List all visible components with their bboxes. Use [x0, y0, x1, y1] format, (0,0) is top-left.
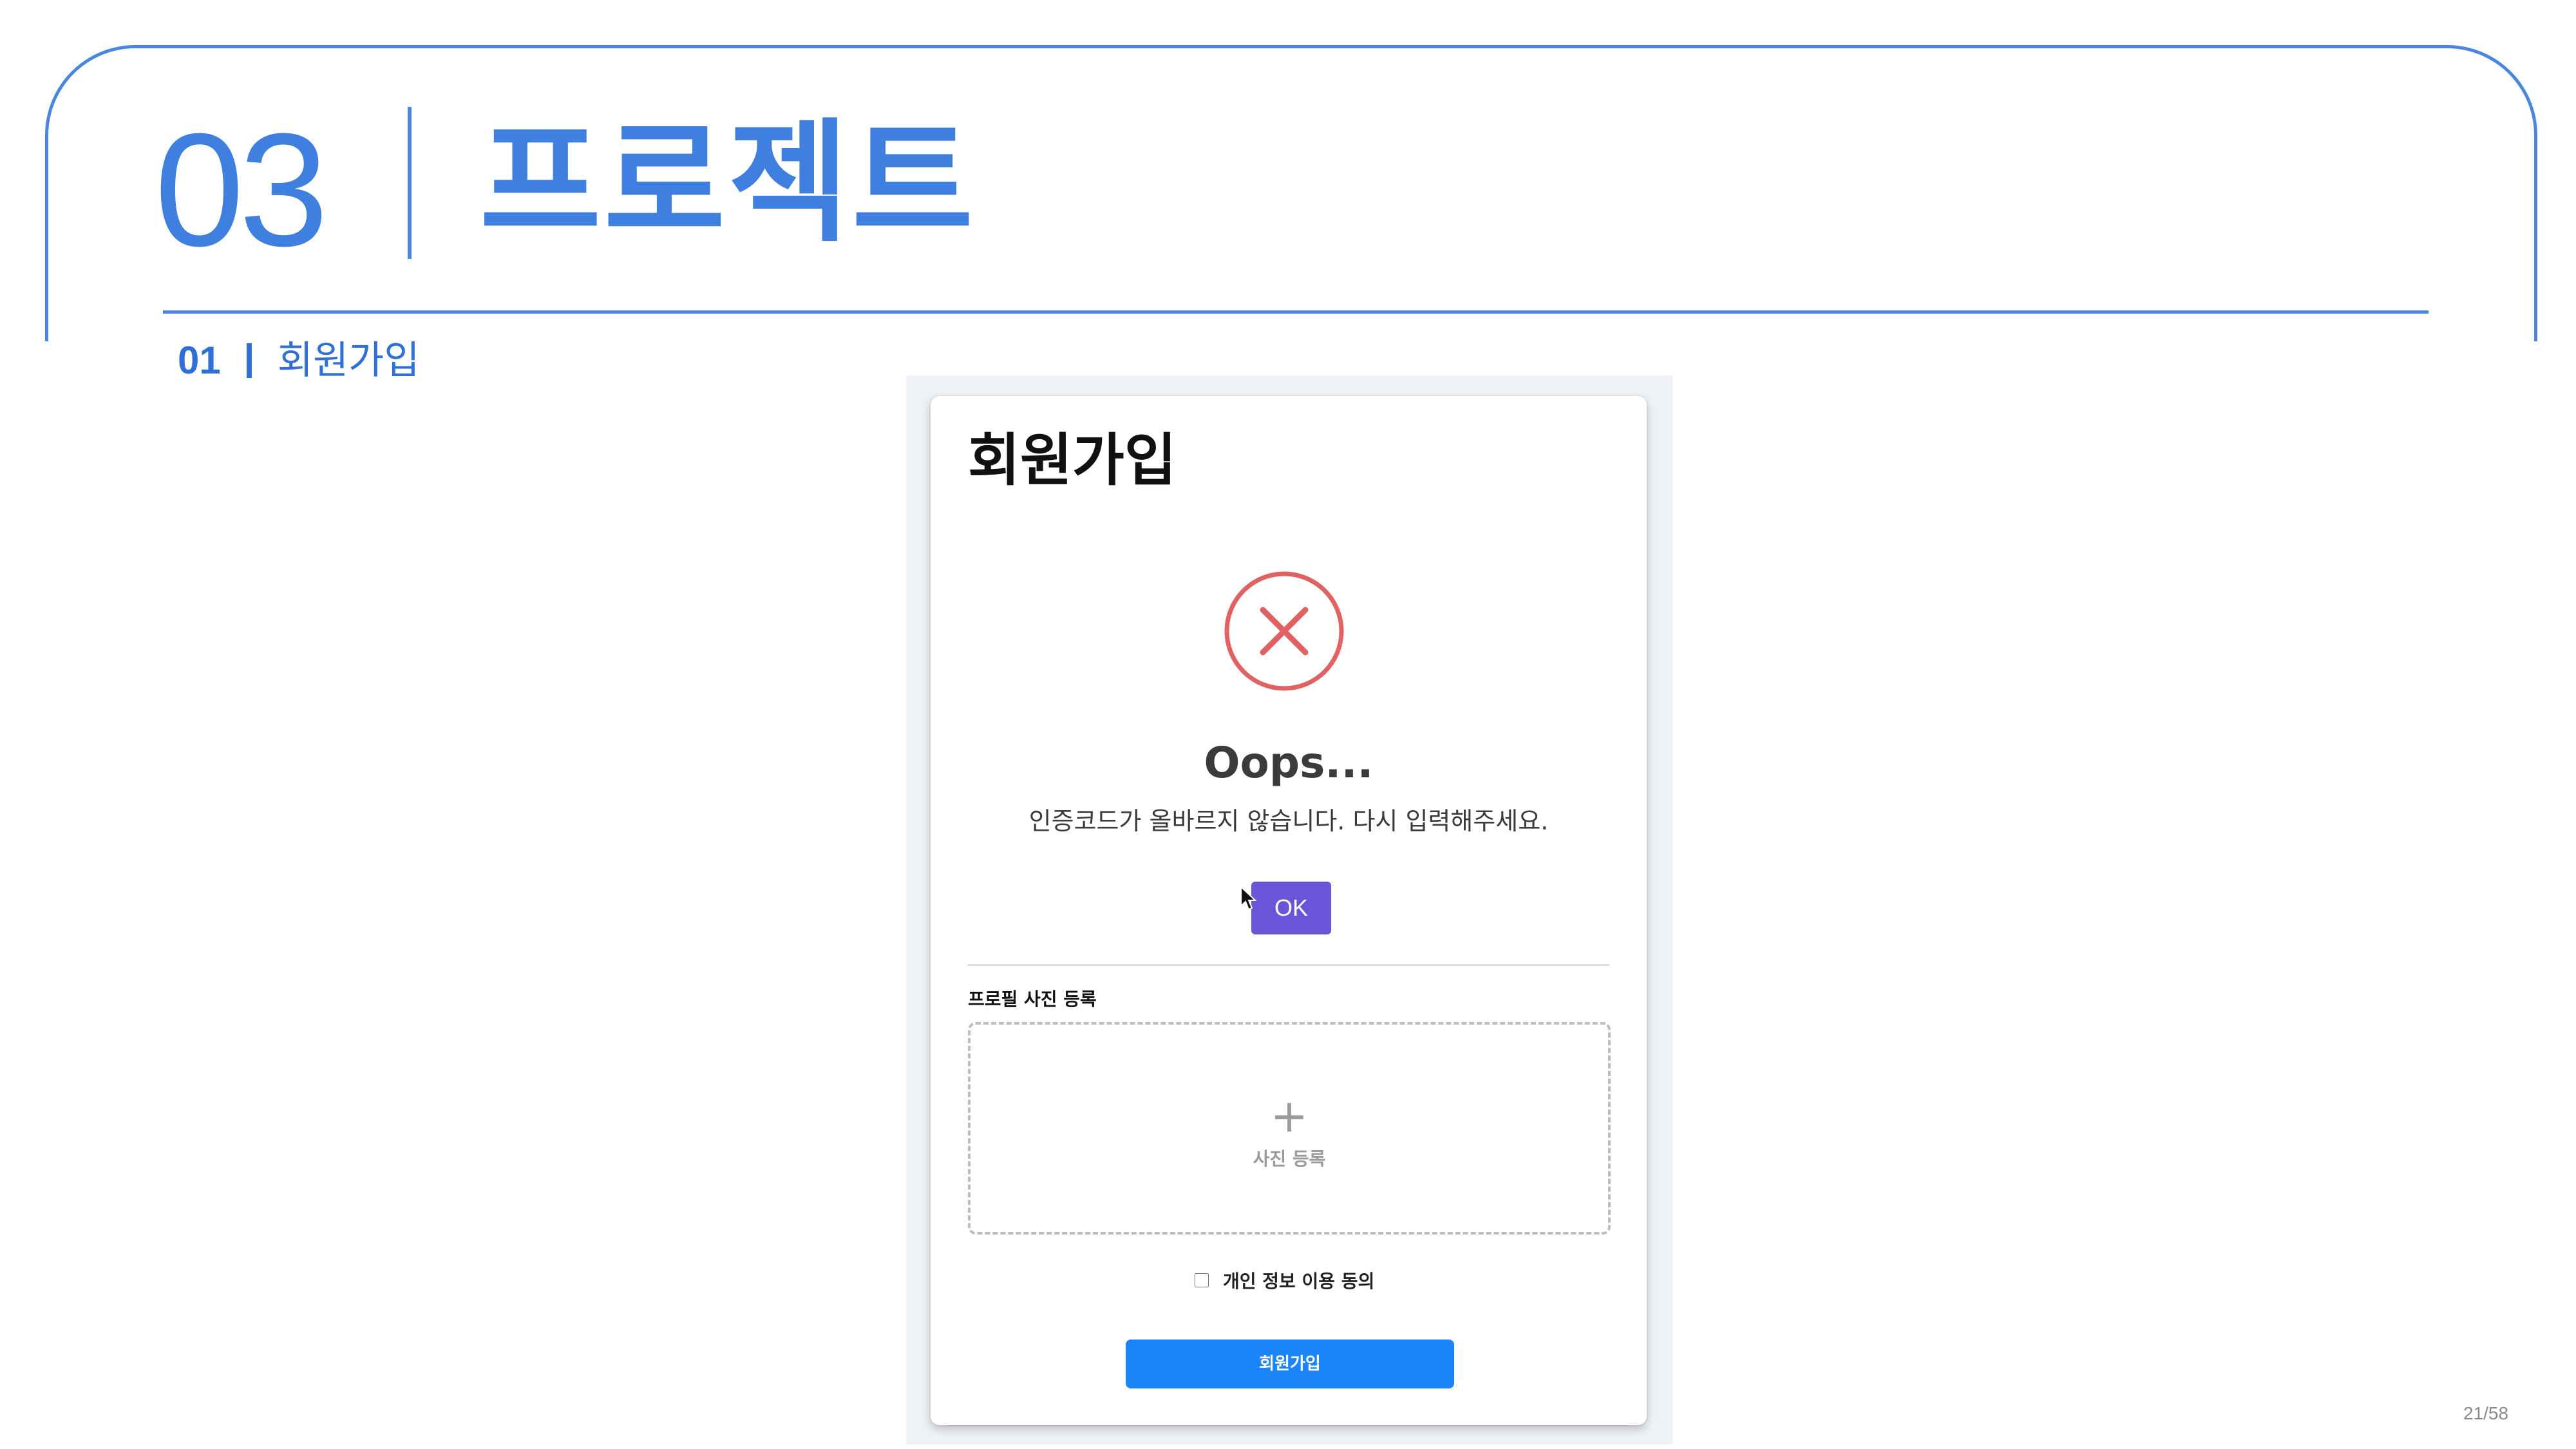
error-x-circle-icon	[1224, 571, 1344, 691]
signup-submit-button[interactable]: 회원가입	[1126, 1340, 1454, 1388]
signup-title: 회원가입	[968, 427, 1177, 493]
mouse-cursor-icon	[1240, 886, 1257, 911]
alert-heading: Oops...	[1204, 738, 1374, 788]
section-number: 03	[155, 100, 328, 279]
subheading: 01 회원가입	[178, 335, 420, 386]
subheading-number: 01	[178, 339, 221, 382]
header-rule	[163, 310, 2429, 314]
photo-upload-text: 사진 등록	[1253, 1148, 1326, 1170]
title-divider	[408, 107, 412, 259]
signup-card: 회원가입 Oops... 인증코드가 올바르지 않습니다. 다시 입력해주세요.…	[931, 396, 1647, 1425]
privacy-consent-checkbox[interactable]	[1195, 1273, 1209, 1287]
profile-photo-upload-box[interactable]: + 사진 등록	[968, 1022, 1611, 1235]
profile-photo-label: 프로필 사진 등록	[968, 989, 1097, 1010]
ok-button[interactable]: OK	[1251, 882, 1331, 934]
slide-header-frame	[45, 45, 2537, 341]
privacy-consent-label: 개인 정보 이용 동의	[1223, 1271, 1375, 1292]
subheading-divider	[246, 343, 252, 378]
alert-divider	[968, 964, 1609, 966]
plus-icon: +	[1270, 1090, 1309, 1142]
subheading-title: 회원가입	[277, 338, 420, 383]
signup-screenshot: 회원가입 Oops... 인증코드가 올바르지 않습니다. 다시 입력해주세요.…	[906, 375, 1672, 1444]
page-number: 21/58	[2463, 1403, 2509, 1423]
alert-message: 인증코드가 올바르지 않습니다. 다시 입력해주세요.	[1028, 807, 1549, 835]
section-title: 프로젝트	[480, 107, 976, 260]
privacy-consent-row[interactable]: 개인 정보 이용 동의	[1195, 1264, 1374, 1296]
